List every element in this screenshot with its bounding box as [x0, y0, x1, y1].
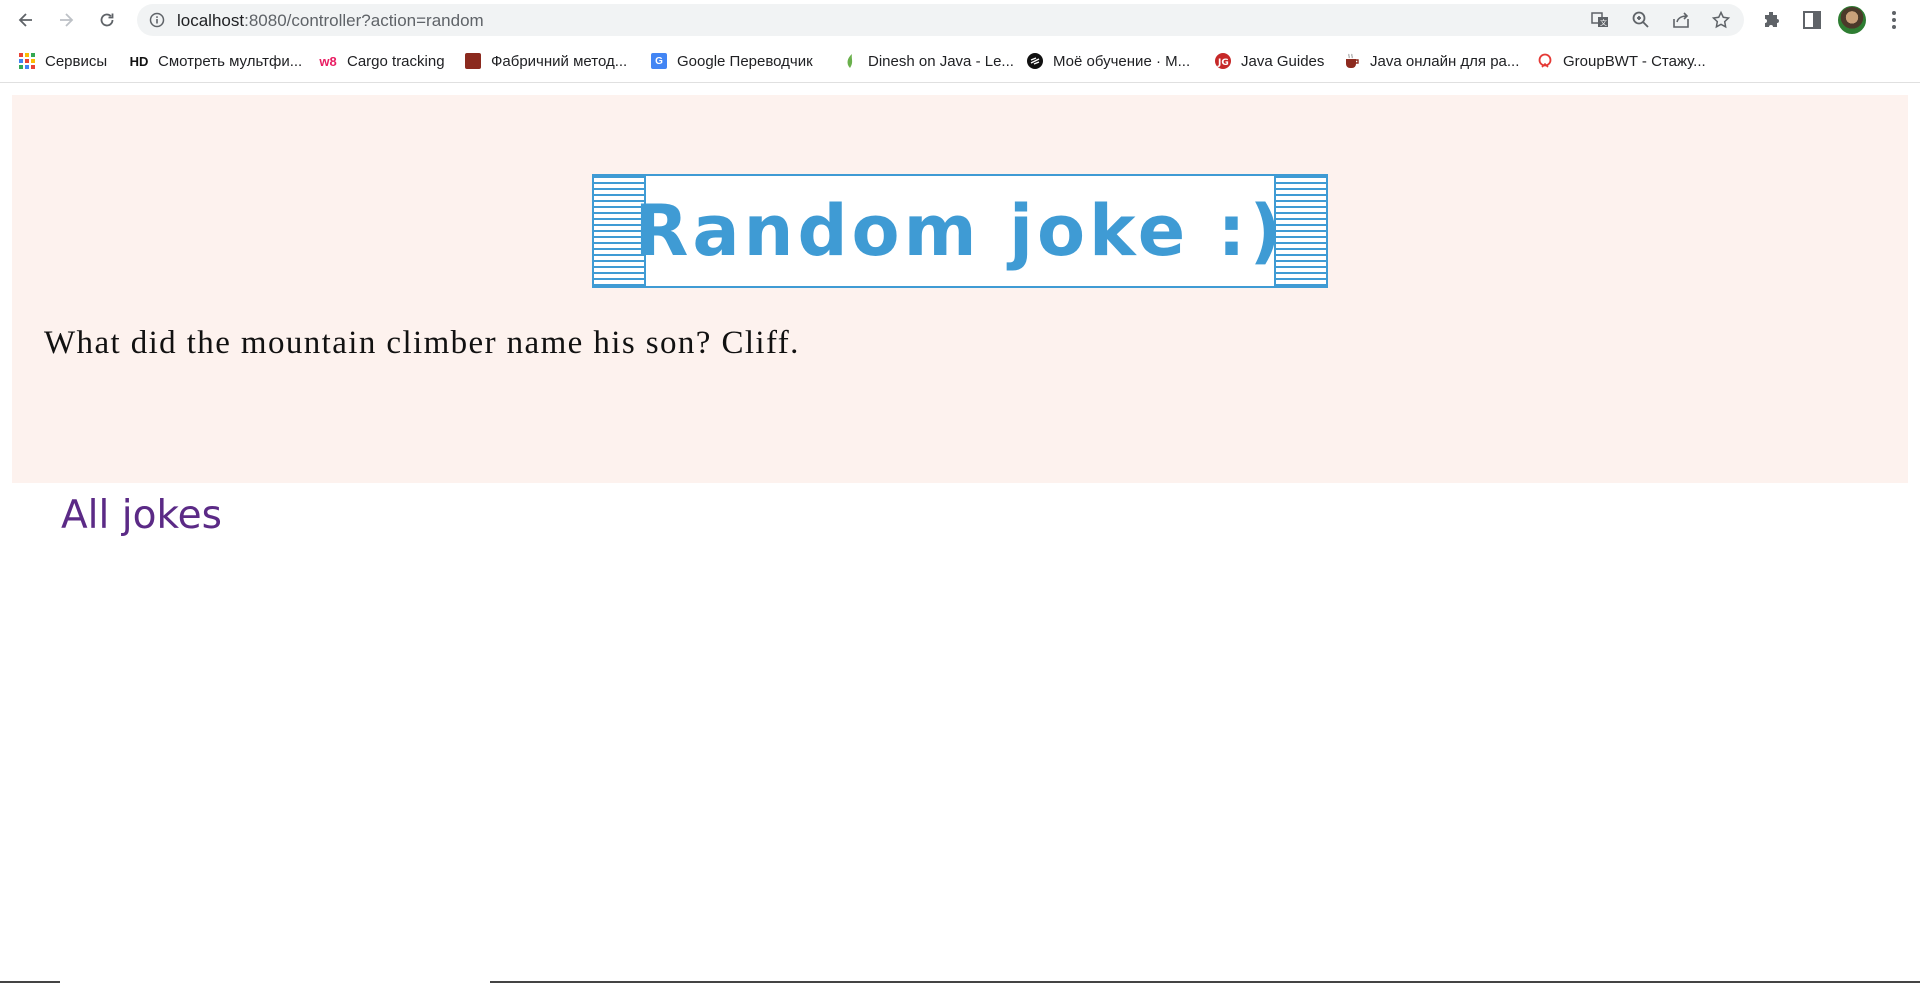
- bookmark-label: Java Guides: [1241, 52, 1325, 70]
- reload-icon: [100, 13, 114, 27]
- joke-panel: [12, 95, 1908, 483]
- arrow-left-icon: [18, 13, 32, 27]
- bookmark-label: Фабричний метод...: [491, 52, 628, 70]
- bookmark-dinesh-java[interactable]: Dinesh on Java - Le...: [842, 49, 1014, 73]
- profile-avatar[interactable]: [1838, 6, 1866, 34]
- joke-text: What did the mountain climber name his s…: [44, 325, 800, 361]
- java-guides-icon: JG: [1215, 53, 1231, 69]
- bookmark-label: GroupBWT - Стажу...: [1563, 52, 1706, 70]
- bookmark-factory-method[interactable]: Фабричний метод...: [465, 49, 627, 73]
- banner-stripes-right: [1274, 174, 1328, 288]
- extensions-icon[interactable]: [1760, 8, 1784, 32]
- hd-icon: HD: [129, 53, 149, 69]
- bookmark-google-translate[interactable]: G Google Переводчик: [651, 49, 813, 73]
- forward-button[interactable]: [52, 6, 80, 34]
- kebab-menu-icon[interactable]: [1882, 8, 1906, 32]
- share-icon[interactable]: [1671, 10, 1691, 30]
- bookmark-java-guides[interactable]: JG Java Guides: [1215, 49, 1324, 73]
- browser-toolbar: localhost:8080/controller?action=random …: [0, 0, 1920, 40]
- apps-grid-icon: [19, 53, 35, 69]
- bookmark-label: Смотреть мультфи...: [158, 52, 303, 70]
- zoom-icon[interactable]: [1631, 10, 1651, 30]
- bookmark-label: Cargo tracking: [347, 52, 445, 70]
- bottom-edge-line: [490, 981, 1920, 983]
- coffee-cup-icon: [1344, 53, 1360, 69]
- bookmark-label: Dinesh on Java - Le...: [868, 52, 1014, 70]
- url-path: :8080/controller?action=random: [244, 11, 484, 30]
- bookmark-my-learning[interactable]: Моё обучение · M...: [1027, 49, 1190, 73]
- bookmark-label: Моё обучение · M...: [1053, 52, 1191, 70]
- bottom-edge-line: [0, 981, 60, 983]
- side-panel-icon[interactable]: [1800, 8, 1824, 32]
- address-bar[interactable]: localhost:8080/controller?action=random …: [137, 4, 1744, 36]
- svg-text:文: 文: [1600, 18, 1607, 27]
- leaf-icon: [842, 53, 858, 69]
- bookmark-label: Java онлайн для ра...: [1370, 52, 1520, 70]
- groupbwt-icon: [1537, 53, 1553, 69]
- url-host: localhost: [177, 11, 245, 30]
- bookmarks-bar: Сервисы HD Смотреть мультфи... w8 Cargo …: [0, 40, 1920, 83]
- google-translate-icon: G: [651, 53, 667, 69]
- star-icon[interactable]: [1711, 10, 1731, 30]
- reload-button[interactable]: [93, 6, 121, 34]
- factory-method-icon: [465, 53, 481, 69]
- bookmark-groupbwt[interactable]: GroupBWT - Стажу...: [1537, 49, 1706, 73]
- page-title: Random joke :): [634, 190, 1286, 272]
- bookmark-cargo-tracking[interactable]: w8 Cargo tracking: [317, 49, 445, 73]
- learning-icon: [1027, 53, 1043, 69]
- back-button[interactable]: [12, 6, 40, 34]
- bookmark-cartoons[interactable]: HD Смотреть мультфи...: [128, 49, 303, 73]
- translate-icon[interactable]: 文: [1590, 10, 1610, 30]
- banner-center: Random joke :): [634, 174, 1282, 288]
- svg-text:JG: JG: [1217, 58, 1229, 68]
- info-icon[interactable]: [149, 12, 165, 28]
- bookmark-services[interactable]: Сервисы: [19, 49, 107, 73]
- title-banner: Random joke :): [592, 174, 1328, 288]
- w8-icon: w8: [319, 53, 337, 69]
- bookmark-java-online[interactable]: Java онлайн для ра...: [1344, 49, 1519, 73]
- arrow-right-icon: [60, 13, 74, 27]
- bookmark-label: Сервисы: [45, 52, 108, 70]
- all-jokes-link[interactable]: All jokes: [61, 493, 222, 538]
- url-text[interactable]: localhost:8080/controller?action=random: [177, 11, 484, 31]
- bookmark-label: Google Переводчик: [677, 52, 813, 70]
